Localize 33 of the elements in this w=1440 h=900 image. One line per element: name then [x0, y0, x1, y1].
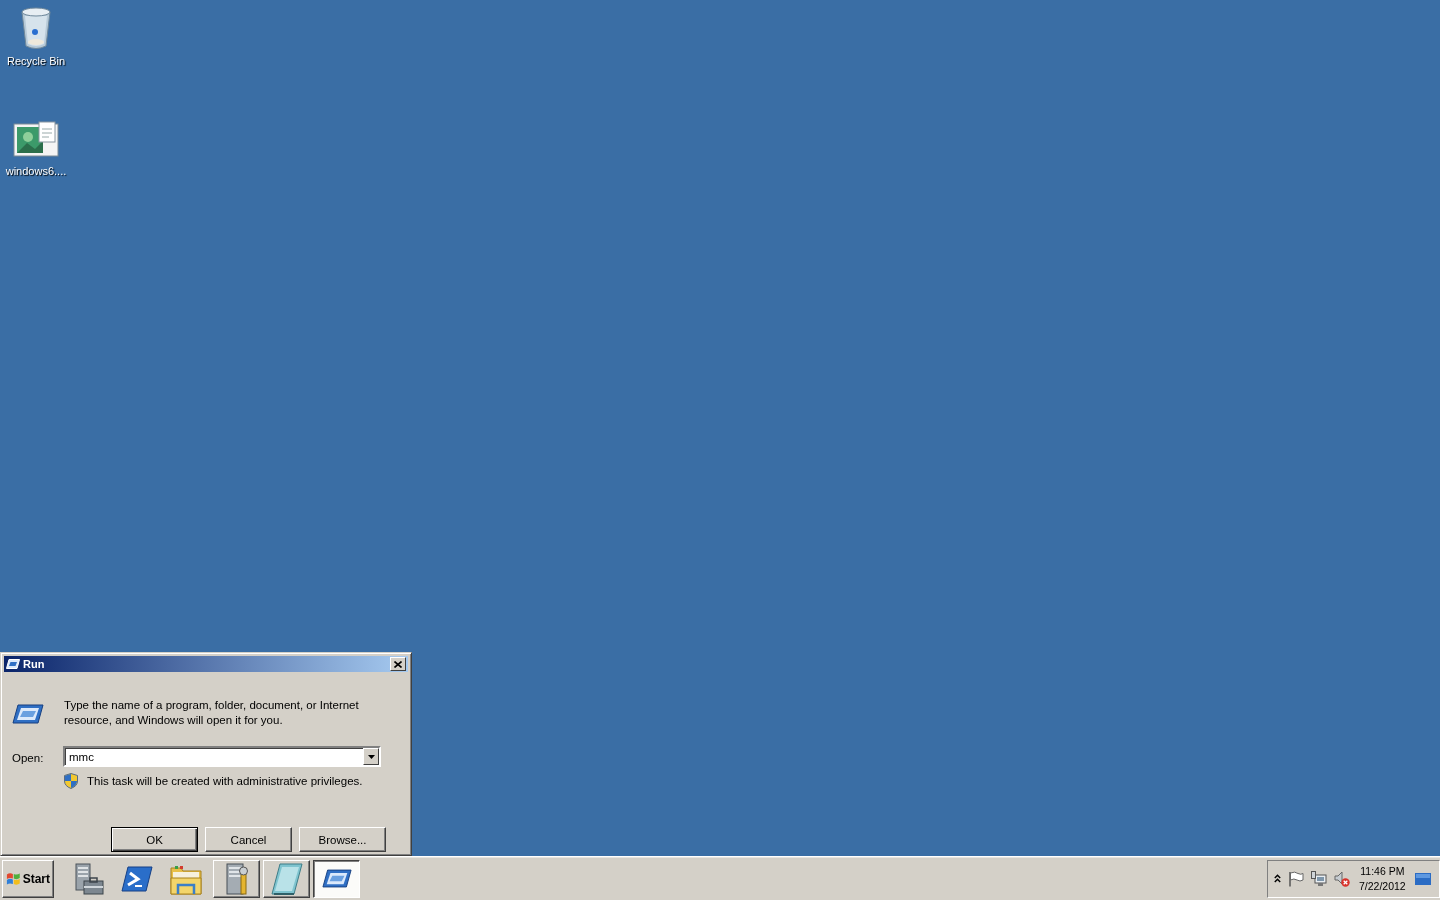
server-toolbox-icon — [72, 862, 104, 895]
muted-speaker-icon[interactable] — [1334, 870, 1350, 887]
picture-file-icon[interactable] — [13, 121, 59, 157]
open-combobox[interactable]: mmc — [63, 746, 381, 767]
clock-time[interactable]: 11:46 PM — [1360, 863, 1405, 879]
instruction-text: Type the name of a program, folder, document, or Internet resource, and Windows will open it for you. — [64, 698, 360, 728]
close-icon — [394, 660, 402, 668]
show-desktop-icon[interactable] — [1414, 872, 1431, 885]
flag-icon[interactable] — [1288, 870, 1304, 887]
clock-date[interactable]: 7/22/2012 — [1359, 878, 1406, 894]
open-field[interactable]: mmc — [65, 748, 363, 765]
dialog-button[interactable]: OK — [111, 827, 198, 852]
chevron-up-icon[interactable] — [1274, 874, 1281, 883]
start-button[interactable]: Start — [2, 859, 54, 898]
network-icon[interactable] — [1311, 870, 1327, 887]
recycle-bin-icon[interactable] — [20, 6, 52, 52]
desktop-icon-label[interactable]: Recycle Bin — [6, 55, 66, 67]
desktop-icon-label[interactable]: windows6.... — [5, 165, 67, 177]
admin-note: This task will be created with administrative privileges. — [87, 775, 363, 787]
dialog-button[interactable]: Browse... — [299, 827, 386, 852]
windows-flag-icon — [6, 871, 21, 886]
window-title: Run — [23, 658, 46, 670]
dialog-button[interactable]: Cancel — [205, 827, 292, 852]
run-title-icon — [6, 659, 20, 669]
close-button[interactable] — [390, 657, 406, 671]
notepad-icon — [270, 862, 303, 895]
run-icon — [321, 869, 352, 888]
run-icon — [12, 704, 44, 724]
taskbar-button[interactable] — [313, 859, 360, 898]
shield-icon — [64, 773, 78, 789]
dropdown-button[interactable] — [363, 748, 379, 765]
dropdown-arrow-icon — [367, 754, 375, 759]
open-label: Open: — [12, 751, 45, 764]
